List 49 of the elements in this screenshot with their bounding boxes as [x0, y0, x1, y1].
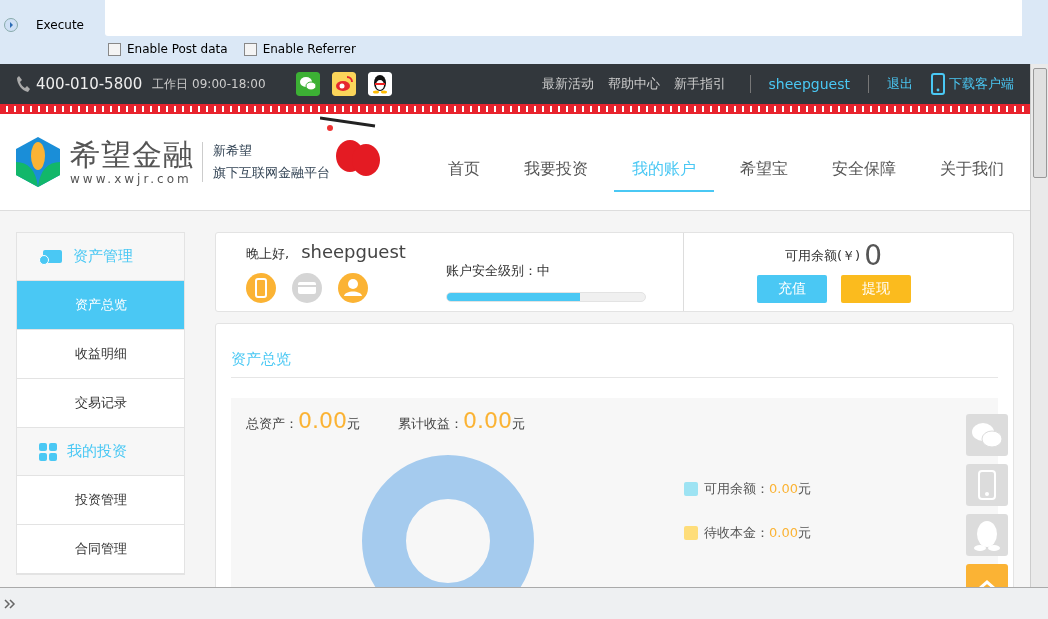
grid-icon [39, 442, 57, 461]
nav-tab[interactable]: 关于我们 [922, 132, 1022, 192]
logo-url: www.xwjr.com [70, 172, 193, 186]
sidebar-group-title: 我的投资 [67, 442, 127, 461]
balance-amount: 0 [864, 241, 882, 271]
play-icon [4, 18, 18, 32]
legend-text: 可用余额：0.00元 [704, 480, 811, 498]
download-app-link[interactable]: 下载客户端 [931, 73, 1014, 95]
logout-link[interactable]: 退出 [887, 75, 913, 93]
total-earnings-text: 累计收益：0.00元 [398, 408, 525, 433]
working-hours: 工作日 09:00-18:00 [152, 75, 266, 93]
phone-icon [931, 73, 945, 95]
double-chevron-icon[interactable] [4, 598, 16, 609]
chat-float-button[interactable] [966, 414, 1008, 456]
slogan-text: 旗下互联网金融平台 [213, 164, 330, 182]
phone-icon [978, 470, 996, 500]
sprout-logo-icon[interactable] [14, 136, 62, 188]
nav-tab[interactable]: 希望宝 [722, 132, 806, 192]
sidebar-group-title: 资产管理 [73, 247, 133, 266]
logo-text: 希望金融 [70, 138, 194, 172]
slogan-text: 新希望 [213, 142, 253, 160]
phone-number: 400-010-5800 [36, 75, 143, 93]
scrollbar[interactable] [1030, 64, 1048, 587]
chat-bubbles-icon[interactable] [295, 72, 320, 96]
username-link[interactable]: sheepguest [768, 76, 850, 92]
phone-icon [16, 75, 30, 93]
wallet-icon [39, 248, 63, 265]
overview-title: 资产总览 [231, 324, 998, 378]
nav-tab[interactable]: 安全保障 [814, 132, 914, 192]
penguin-icon[interactable] [367, 72, 392, 96]
mobile-float-button[interactable] [966, 464, 1008, 506]
penguin-float-button[interactable] [966, 514, 1008, 556]
greeting-text: 晚上好, [246, 245, 290, 263]
chat-bubbles-icon [971, 421, 1003, 449]
top-link[interactable]: 最新活动 [541, 75, 594, 93]
penguin-icon [974, 519, 1000, 551]
top-link[interactable]: 帮助中心 [607, 75, 660, 93]
nav-tab[interactable]: 我要投资 [506, 132, 606, 192]
eye-logo-icon[interactable] [331, 72, 356, 96]
nav-tab[interactable]: 首页 [430, 132, 498, 192]
balance-label: 可用余额(￥) [785, 247, 861, 265]
username-text: sheepguest [301, 241, 406, 262]
legend-text: 待收本金：0.00元 [704, 524, 811, 542]
option-checkbox[interactable]: Enable Post data [108, 42, 228, 56]
execute-button[interactable]: Execute [4, 16, 105, 34]
option-checkbox[interactable]: Enable Referrer [243, 42, 356, 56]
top-link[interactable]: 新手指引 [673, 75, 726, 93]
security-level-label: 账户安全级别：中 [446, 262, 551, 280]
total-assets-text: 总资产：0.00元 [246, 408, 360, 433]
